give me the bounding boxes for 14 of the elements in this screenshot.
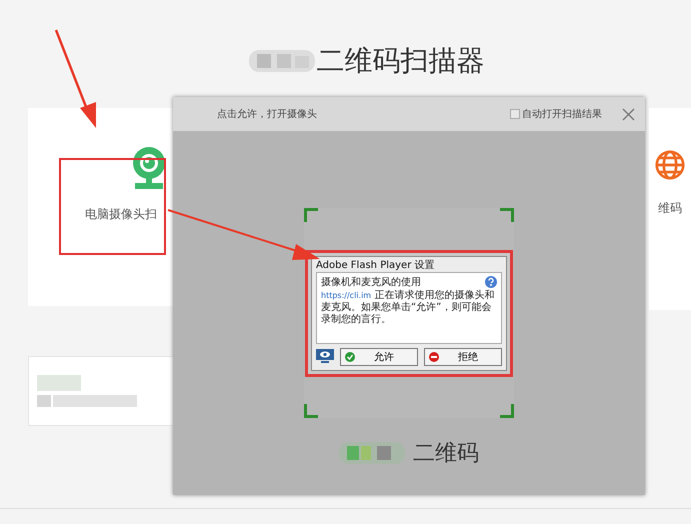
page-title: 二维码扫描器 <box>316 43 484 79</box>
dialog-title: 点击允许，打开摄像头 <box>217 108 318 121</box>
card-label: 电脑摄像头扫 <box>85 206 157 223</box>
flash-title: Adobe Flash Player 设置 <box>316 258 436 272</box>
scan-option-card[interactable]: 电脑摄像头扫 <box>28 108 173 306</box>
flash-message: https://cli.im 正在请求使用您的摄像头和麦克风。如果您单击“允许”，则可能会录制您的言行。 <box>321 290 496 326</box>
flash-heading: 摄像机和麦克风的使用 <box>321 276 421 288</box>
footer-text: 二维码 <box>413 440 479 468</box>
scan-option-card[interactable]: 维码 <box>649 108 691 310</box>
auto-open-checkbox[interactable]: 自动打开扫描结果 <box>510 107 602 121</box>
site-link[interactable]: https://cli.im <box>321 290 372 300</box>
deny-button[interactable]: 拒绝 <box>424 348 502 366</box>
allow-button[interactable]: 允许 <box>340 348 418 366</box>
card-label: 维码 <box>658 200 682 217</box>
